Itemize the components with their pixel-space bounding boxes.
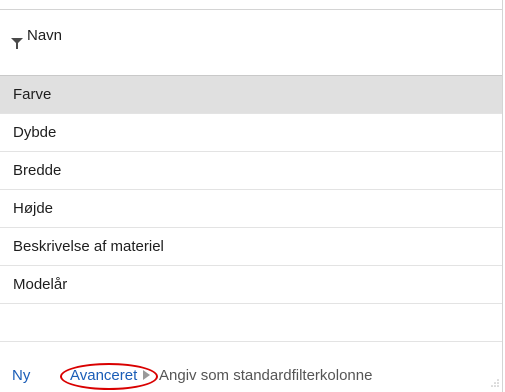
filter-funnel-icon[interactable]: [11, 38, 23, 50]
list-item-label: Modelår: [13, 276, 68, 293]
list-item-label: Farve: [13, 86, 52, 103]
column-header-label: Navn: [27, 27, 63, 44]
list-item-empty[interactable]: [0, 304, 502, 342]
resize-grip-icon[interactable]: [490, 378, 500, 388]
list-item-label: Højde: [13, 200, 54, 217]
column-header[interactable]: Navn: [0, 10, 502, 76]
advanced-link[interactable]: Avanceret: [70, 367, 137, 384]
set-default-filter-column-link[interactable]: Angiv som standardfilterkolonne: [159, 367, 372, 384]
list-item-modelar[interactable]: Modelår: [0, 266, 502, 304]
list-item-label: Beskrivelse af materiel: [13, 238, 164, 255]
new-link[interactable]: Ny: [12, 367, 30, 384]
list-item-label: Dybde: [13, 124, 57, 141]
right-border: [502, 0, 503, 392]
filter-column-panel: Navn Farve Dybde Bredde Højde Beskrivels…: [0, 0, 505, 392]
footer-actions: Ny Avanceret Angiv som standardfilterkol…: [0, 355, 502, 392]
list-item-beskrivelse-af-materiel[interactable]: Beskrivelse af materiel: [0, 228, 502, 266]
list-item-farve[interactable]: Farve: [0, 76, 502, 114]
list-item-hojde[interactable]: Højde: [0, 190, 502, 228]
list-item-dybde[interactable]: Dybde: [0, 114, 502, 152]
triangle-arrow-icon[interactable]: [140, 369, 152, 381]
list-item-bredde[interactable]: Bredde: [0, 152, 502, 190]
list-item-label: Bredde: [13, 162, 62, 179]
